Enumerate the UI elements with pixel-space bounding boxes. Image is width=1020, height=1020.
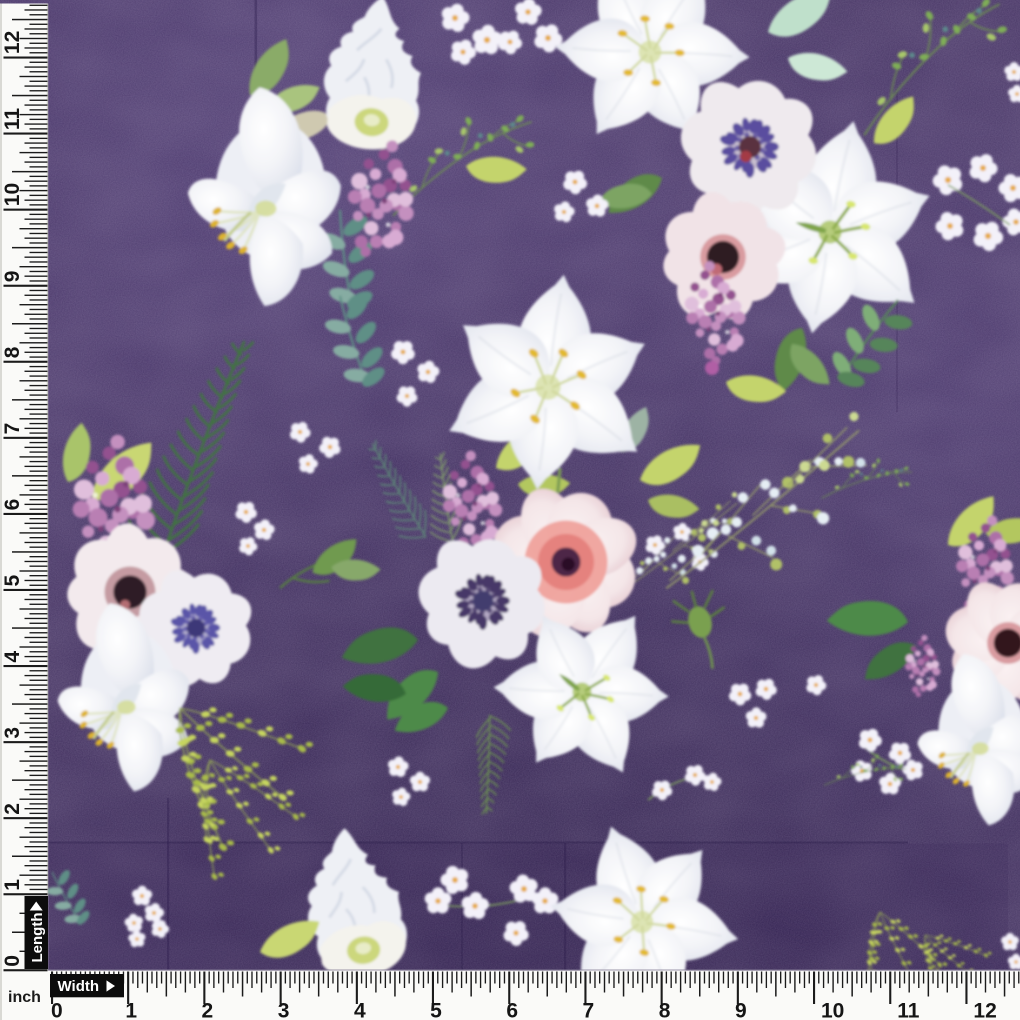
svg-text:Length: Length: [29, 913, 46, 963]
svg-text:1: 1: [125, 1000, 137, 1020]
svg-text:7: 7: [1, 423, 24, 435]
svg-text:9: 9: [1, 271, 24, 283]
svg-text:5: 5: [430, 1000, 442, 1020]
svg-text:3: 3: [278, 1000, 290, 1020]
svg-text:0: 0: [1, 955, 24, 967]
svg-text:0: 0: [51, 1000, 63, 1020]
svg-text:4: 4: [1, 651, 24, 663]
svg-text:6: 6: [506, 1000, 518, 1020]
svg-text:inch: inch: [8, 989, 41, 1006]
svg-text:10: 10: [821, 1000, 844, 1020]
svg-text:1: 1: [1, 879, 24, 891]
svg-text:2: 2: [202, 1000, 214, 1020]
svg-text:10: 10: [1, 183, 24, 206]
svg-text:5: 5: [1, 575, 24, 587]
svg-text:9: 9: [735, 1000, 747, 1020]
svg-text:2: 2: [1, 803, 24, 815]
svg-text:8: 8: [1, 346, 24, 358]
svg-text:11: 11: [1, 108, 24, 131]
svg-text:6: 6: [1, 499, 24, 511]
svg-text:7: 7: [583, 1000, 595, 1020]
svg-text:Width: Width: [58, 978, 100, 995]
svg-text:8: 8: [659, 1000, 671, 1020]
svg-text:4: 4: [354, 1000, 366, 1020]
svg-text:12: 12: [1, 31, 24, 54]
svg-text:11: 11: [897, 1000, 920, 1020]
svg-text:3: 3: [1, 727, 24, 739]
svg-text:12: 12: [973, 1000, 996, 1020]
